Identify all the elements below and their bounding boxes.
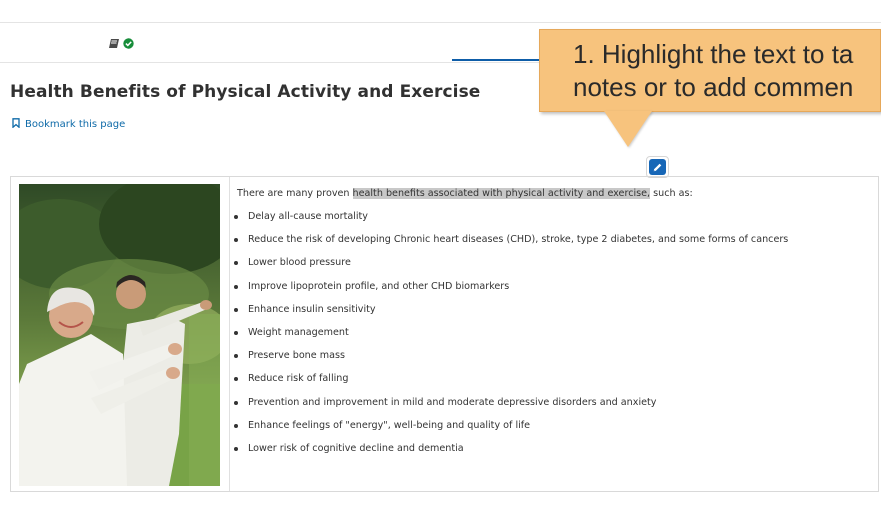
intro-text-after: such as:	[650, 188, 693, 199]
pencil-icon	[652, 158, 663, 177]
list-item: Lower risk of cognitive decline and deme…	[234, 440, 788, 463]
bookmark-label: Bookmark this page	[25, 119, 126, 130]
list-item: Lower blood pressure	[234, 254, 788, 277]
list-item: Reduce the risk of developing Chronic he…	[234, 231, 788, 254]
list-item: Delay all-cause mortality	[234, 208, 788, 231]
callout-line-1: 1. Highlight the text to ta	[573, 39, 854, 69]
tutorial-callout: 1. Highlight the text to ta notes or to …	[539, 29, 881, 112]
benefits-list: Delay all-cause mortality Reduce the ris…	[234, 208, 788, 463]
list-item: Improve lipoprotein profile, and other C…	[234, 278, 788, 301]
check-circle-icon	[123, 34, 134, 53]
annotate-button[interactable]	[646, 156, 669, 178]
sequence-tab-active[interactable]	[0, 22, 452, 62]
intro-text-before: There are many proven	[237, 188, 353, 199]
list-item: Reduce risk of falling	[234, 370, 788, 393]
content-divider	[229, 177, 230, 491]
highlighted-text[interactable]: health benefits associated with physical…	[352, 188, 651, 199]
list-item: Enhance feelings of "energy", well-being…	[234, 417, 788, 440]
top-bar	[0, 0, 881, 23]
list-item: Enhance insulin sensitivity	[234, 301, 788, 324]
list-item: Prevention and improvement in mild and m…	[234, 394, 788, 417]
list-item: Preserve bone mass	[234, 347, 788, 370]
list-item: Weight management	[234, 324, 788, 347]
bookmark-icon	[12, 118, 20, 131]
callout-pointer	[604, 111, 652, 147]
bookmark-button[interactable]: Bookmark this page	[12, 118, 125, 131]
sequence-tab-icons	[108, 34, 134, 53]
seniors-exercise-photo	[19, 184, 220, 486]
callout-line-2: notes or to add commen	[573, 72, 854, 102]
intro-text: There are many proven health benefits as…	[237, 188, 693, 199]
page-title: Health Benefits of Physical Activity and…	[10, 82, 481, 102]
book-icon	[108, 34, 120, 53]
